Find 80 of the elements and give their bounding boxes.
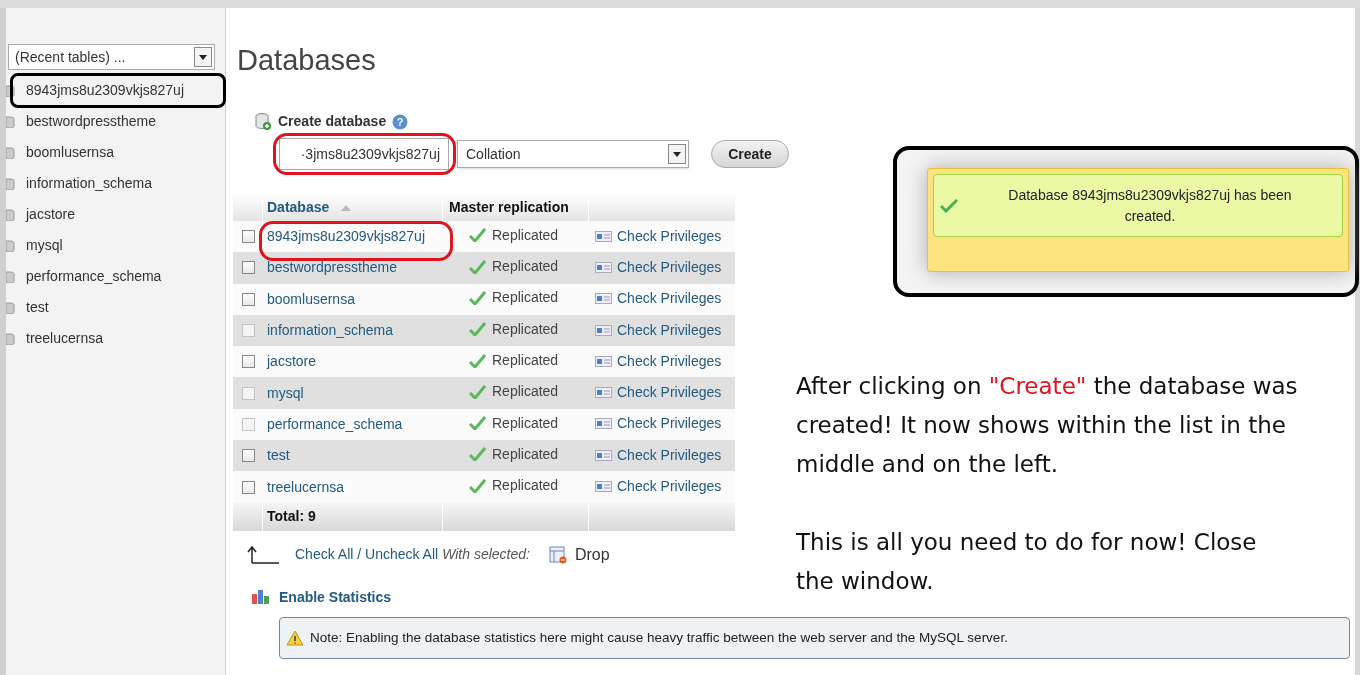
check-privileges-link[interactable]: Check Privileges — [617, 288, 722, 310]
database-link[interactable]: test — [267, 447, 290, 464]
total-count: Total: 9 — [267, 507, 316, 527]
table-delete-icon — [549, 545, 567, 564]
check-privileges-link[interactable]: Check Privileges — [617, 444, 722, 466]
replication-status: Replicated — [492, 225, 559, 245]
enable-statistics-link[interactable]: Enable Statistics — [279, 586, 392, 608]
check-privileges-link[interactable]: Check Privileges — [617, 350, 722, 372]
column-header[interactable]: Database — [267, 197, 330, 218]
replication-status: Replicated — [492, 351, 559, 371]
sidebar-database-link[interactable]: treelucernsa — [26, 328, 104, 349]
id-card-icon — [595, 387, 612, 399]
row-checkbox[interactable] — [241, 261, 255, 275]
check-icon — [469, 478, 486, 493]
id-card-icon — [595, 418, 612, 430]
check-icon — [469, 416, 486, 431]
sidebar-database-link[interactable]: performance_schema — [26, 266, 162, 287]
bar-chart-icon — [251, 589, 271, 606]
sidebar-database-link[interactable]: bestwordpresstheme — [26, 111, 156, 132]
id-card-icon — [595, 230, 612, 242]
with-selected-label: With selected: — [442, 545, 530, 565]
sidebar-database-link[interactable]: jacstore — [26, 204, 76, 225]
database-link[interactable]: 8943jms8u2309vkjs827uj — [267, 228, 425, 245]
sidebar-database-link[interactable]: 8943jms8u2309vkjs827uj — [26, 80, 184, 101]
column-header: Master replication — [449, 198, 569, 217]
dropdown-caret-icon — [199, 54, 207, 60]
replication-status: Replicated — [492, 288, 559, 308]
check-privileges-link[interactable]: Check Privileges — [617, 256, 722, 278]
warning-icon — [286, 629, 304, 646]
database-add-icon — [254, 112, 272, 131]
check-icon — [469, 384, 486, 399]
id-card-icon — [595, 449, 612, 461]
sidebar-database-link[interactable]: mysql — [26, 235, 63, 256]
arrow-up-icon — [247, 545, 279, 564]
id-card-icon — [595, 261, 612, 273]
row-checkbox[interactable] — [241, 480, 255, 494]
database-link[interactable]: bestwordpresstheme — [267, 259, 397, 276]
check-icon — [469, 228, 486, 243]
create-button[interactable]: Create — [711, 140, 789, 168]
id-card-icon — [595, 481, 612, 492]
database-link[interactable]: jacstore — [267, 353, 317, 370]
check-privileges-link[interactable]: Check Privileges — [617, 476, 722, 497]
check-icon — [469, 353, 486, 368]
sidebar-database-link[interactable]: information_schema — [26, 173, 153, 194]
id-card-icon — [595, 355, 612, 367]
check-icon — [469, 447, 486, 462]
replication-status: Replicated — [492, 257, 559, 277]
id-card-icon — [595, 293, 612, 305]
replication-status: Replicated — [492, 319, 559, 339]
row-checkbox[interactable] — [241, 449, 255, 463]
success-message: Database 8943jms8u2309vkjs827uj has been created. — [1007, 185, 1293, 226]
row-checkbox[interactable] — [241, 292, 255, 306]
note-text: Note: Enabling the database statistics here might cause heavy traffic between the web server and the MySQL server. — [310, 628, 1008, 647]
database-name-field[interactable]: ·3jms8u2309vkjs827uj — [279, 138, 449, 170]
check-icon — [469, 259, 486, 274]
check-icon — [940, 198, 958, 213]
check-icon — [469, 291, 486, 305]
collation-dropdown[interactable]: Collation — [457, 140, 689, 168]
database-link[interactable]: treelucernsa — [267, 478, 345, 495]
check-all-link[interactable]: Check All / Uncheck All — [295, 544, 439, 566]
replication-status: Replicated — [492, 382, 559, 402]
replication-status: Replicated — [492, 413, 559, 433]
id-card-icon — [595, 324, 612, 336]
replication-status: Replicated — [492, 444, 559, 464]
recent-tables-dropdown[interactable]: (Recent tables) ... — [8, 44, 215, 70]
dropdown-caret-icon — [673, 151, 681, 157]
sort-ascending-icon — [341, 204, 352, 211]
sidebar-database-link[interactable]: test — [26, 297, 49, 318]
database-link[interactable]: boomlusernsa — [267, 290, 355, 307]
replication-status: Replicated — [492, 476, 559, 496]
row-checkbox[interactable] — [241, 230, 255, 244]
section-heading: Create database — [278, 112, 387, 131]
row-checkbox[interactable] — [241, 355, 255, 369]
annotation-text: This is all you need to do for now! Close the window. — [796, 528, 1258, 596]
check-privileges-link[interactable]: Check Privileges — [617, 225, 722, 247]
sidebar-database-link[interactable]: boomlusernsa — [26, 142, 114, 163]
page-title: Databases — [237, 43, 376, 78]
drop-button[interactable]: Drop — [575, 542, 610, 567]
annotation-text: After clicking on "Create" the database was created! It now shows within the list in the middle and on the left. — [796, 372, 1299, 479]
check-icon — [469, 322, 486, 337]
